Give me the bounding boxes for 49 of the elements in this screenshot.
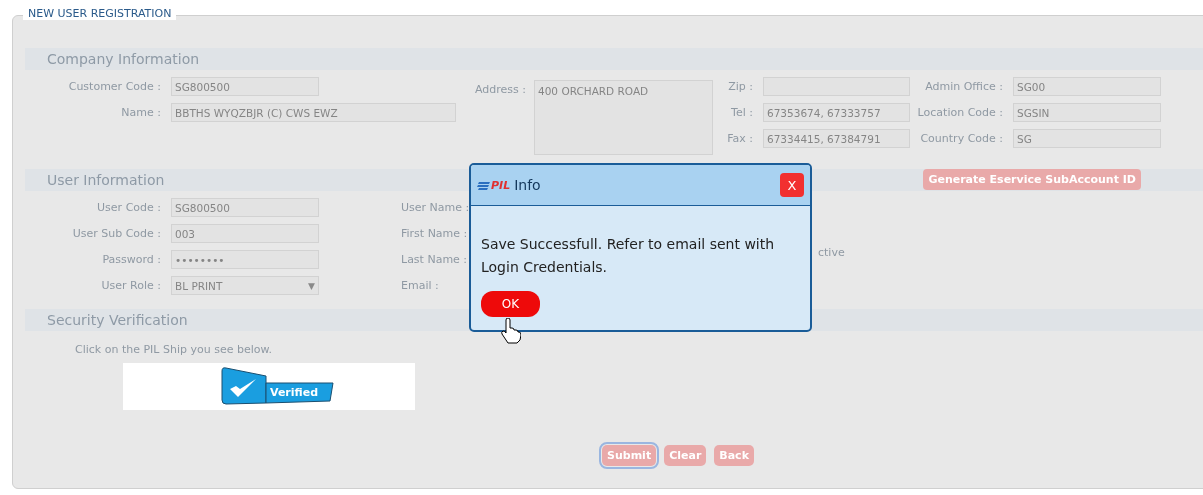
input-field[interactable]: BBTHS WYQZBJR (C) CWS EWZ: [171, 103, 456, 122]
input-field[interactable]: SG800500: [171, 198, 319, 217]
close-button[interactable]: X: [780, 173, 804, 197]
field-label: Password :: [101, 253, 162, 266]
input-field[interactable]: SG: [1013, 129, 1161, 148]
section-header: Company Information: [25, 48, 1203, 70]
form-button[interactable]: Back: [714, 445, 754, 466]
input-field[interactable]: SG800500: [171, 77, 319, 96]
address-field[interactable]: 400 ORCHARD ROAD: [534, 80, 713, 155]
input-field[interactable]: 003: [171, 224, 319, 243]
form-button[interactable]: Submit: [602, 445, 657, 466]
dialog-title: Info: [514, 177, 541, 193]
field-label: User Name :: [401, 201, 471, 214]
field-label: Country Code :: [919, 132, 1004, 145]
logo: PIL: [477, 178, 511, 192]
field-label: User Role :: [100, 279, 162, 292]
logo-stripes-icon: [477, 180, 490, 190]
dialog-message: Save Successfull. Refer to email sent with Login Credentials.: [480, 235, 776, 277]
field-label: Admin Office :: [924, 80, 1004, 93]
input-field[interactable]: SG00: [1013, 77, 1161, 96]
dropdown-arrow-icon: ▼: [308, 280, 315, 291]
field-label: Customer Code :: [67, 80, 162, 93]
field-label: User Sub Code :: [71, 227, 162, 240]
field-label: First Name :: [401, 227, 469, 240]
field-label: User Code :: [96, 201, 162, 214]
field-label: Last Name :: [401, 253, 469, 266]
field-label: Location Code :: [916, 106, 1004, 119]
input-field[interactable]: SGSIN: [1013, 103, 1161, 122]
section-title: User Information: [47, 172, 165, 188]
field-label: Zip :: [727, 80, 754, 93]
captcha-image[interactable]: Verified: [123, 363, 415, 410]
status-label: ctive: [818, 246, 845, 259]
input-field[interactable]: 67353674, 67333757: [763, 103, 910, 122]
field-label: Name :: [120, 106, 162, 119]
field-label: Tel :: [730, 106, 754, 119]
input-field[interactable]: ••••••••: [171, 250, 319, 269]
hand-cursor-icon: [501, 318, 521, 344]
generate-button[interactable]: Generate Eservice SubAccount ID: [923, 169, 1141, 190]
select-field[interactable]: BL PRINT ▼: [171, 276, 319, 295]
instruction-text: Click on the PIL Ship you see below.: [74, 342, 273, 356]
verified-badge-icon: [219, 366, 334, 407]
form-button[interactable]: Clear: [664, 445, 707, 466]
verified-text: Verified: [269, 386, 319, 399]
field-label: Email :: [401, 279, 440, 292]
field-label: Address :: [474, 82, 527, 96]
ok-button[interactable]: OK: [481, 291, 540, 317]
form-legend: NEW USER REGISTRATION: [23, 7, 177, 20]
field-label: Fax :: [726, 132, 754, 145]
input-field[interactable]: 67334415, 67384791: [763, 129, 910, 148]
